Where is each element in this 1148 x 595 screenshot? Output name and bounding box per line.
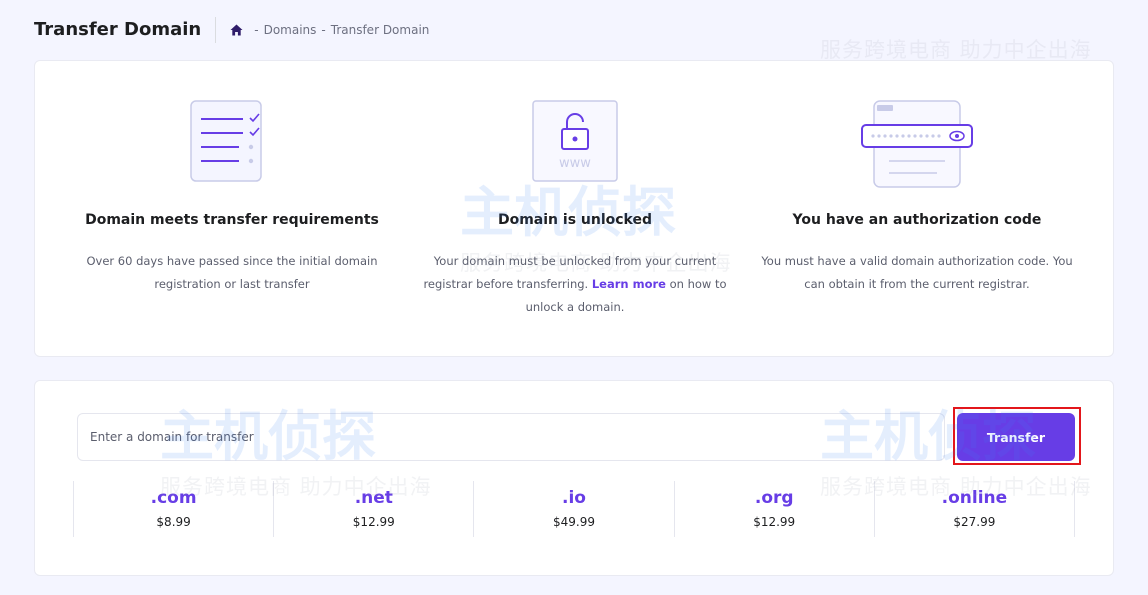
requirement-description: Your domain must be unlocked from your c… — [405, 250, 745, 319]
tld-price: $12.99 — [352, 515, 395, 529]
breadcrumb-separator: - — [321, 23, 326, 37]
tld-item[interactable]: .org $12.99 — [673, 481, 874, 537]
breadcrumb-separator: - — [254, 23, 259, 37]
requirement-title: Domain is unlocked — [497, 212, 653, 228]
breadcrumb-item-transfer-domain: Transfer Domain — [330, 23, 430, 37]
tld-price: $49.99 — [553, 515, 595, 529]
tld-price: $27.99 — [953, 515, 996, 529]
page-header: Transfer Domain - Domains - Transfer Dom… — [34, 16, 429, 44]
tld-name: .org — [754, 488, 794, 508]
tld-item[interactable]: .io $49.99 — [473, 481, 673, 537]
checklist-illustration — [182, 99, 282, 189]
breadcrumb-item-domains[interactable]: Domains — [264, 23, 317, 37]
page-title: Transfer Domain — [34, 17, 217, 43]
transfer-button[interactable]: Transfer — [957, 413, 1075, 461]
tld-item[interactable]: .com $8.99 — [73, 481, 273, 537]
home-icon[interactable] — [230, 24, 243, 36]
tld-item[interactable]: .net $12.99 — [273, 481, 473, 537]
requirement-description: You must have a valid domain authorizati… — [761, 254, 1073, 291]
domain-transfer-input[interactable] — [77, 413, 945, 461]
tld-name: .com — [150, 488, 197, 508]
tld-name: .net — [354, 488, 393, 508]
tld-item[interactable]: .online $27.99 — [873, 481, 1076, 537]
learn-more-link[interactable]: Learn more — [592, 277, 666, 291]
tld-price: $8.99 — [156, 515, 191, 529]
breadcrumb: - Domains - Transfer Domain — [216, 23, 429, 37]
requirement-title: Domain meets transfer requirements — [85, 212, 379, 228]
requirement-title: You have an authorization code — [792, 212, 1042, 228]
password-field-illustration — [859, 99, 975, 193]
tld-price: $12.99 — [753, 515, 796, 529]
tld-price-list: .com $8.99 .net $12.99 .io $49.99 .org $… — [73, 481, 1076, 537]
tld-name: .io — [562, 488, 586, 508]
requirements-card: Domain meets transfer requirements Over … — [34, 60, 1114, 357]
transfer-card: Transfer .com $8.99 .net $12.99 .io $49.… — [34, 380, 1114, 576]
requirement-description: Over 60 days have passed since the initi… — [86, 254, 378, 291]
svg-text:www: www — [559, 156, 591, 171]
unlocked-www-illustration: www — [530, 99, 620, 189]
tld-name: .online — [941, 488, 1008, 508]
